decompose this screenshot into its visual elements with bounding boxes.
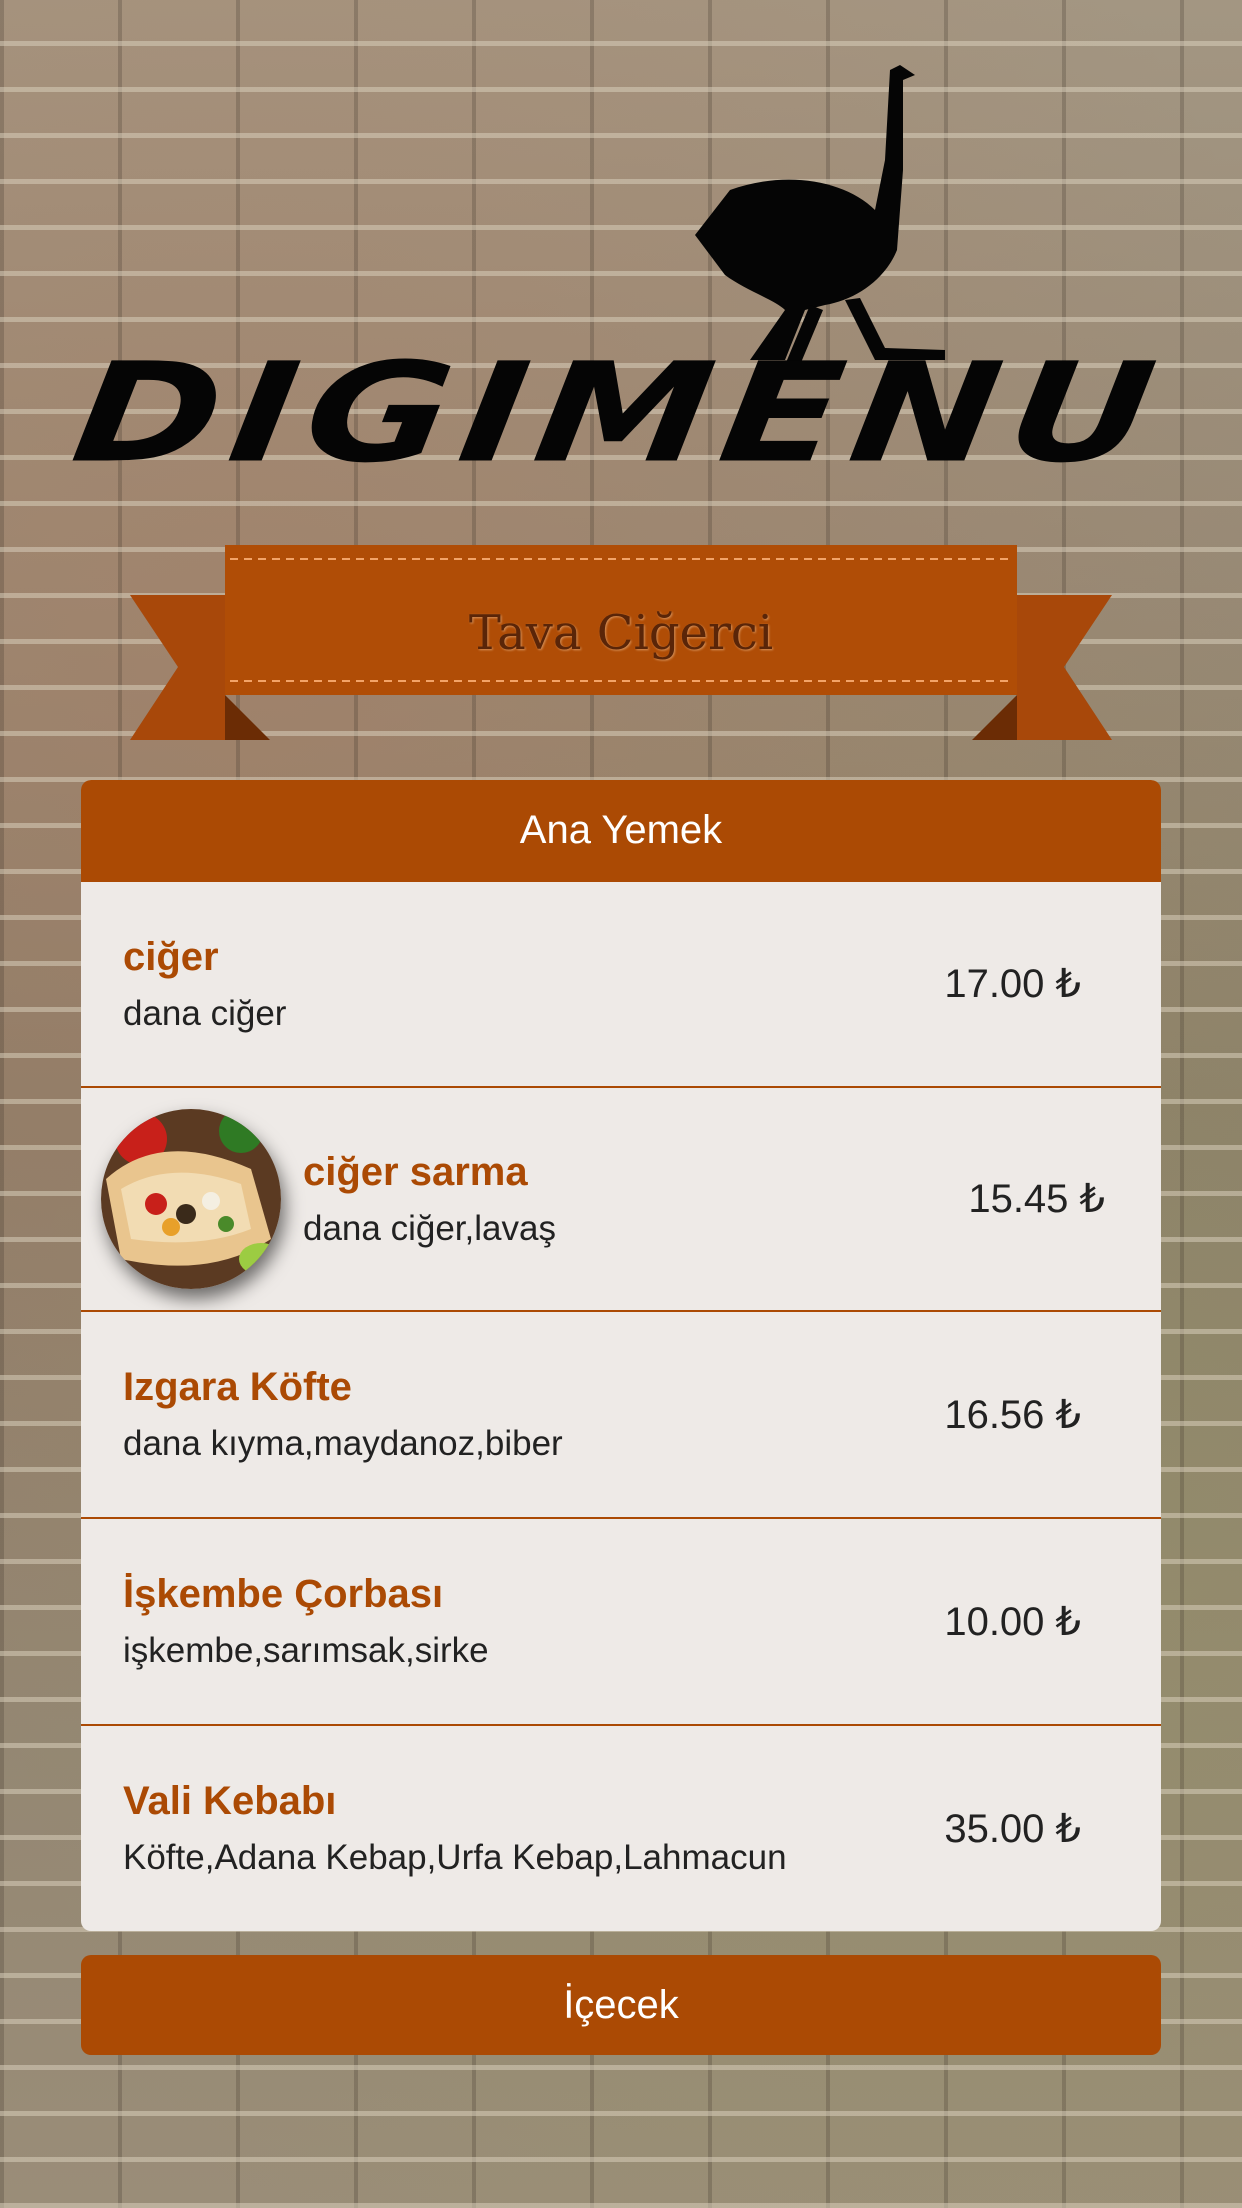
logo-wordmark: DIGIMENU (64, 333, 1174, 494)
restaurant-name: Tava Ciğerci (468, 605, 774, 661)
restaurant-banner: Tava Ciğerci (130, 545, 1112, 745)
menu-item[interactable]: Izgara Köfte dana kıyma,maydanoz,biber 1… (81, 1310, 1161, 1517)
menu-category-card: Ana Yemek ciğer dana ciğer 17.00 ₺ ciğer… (81, 780, 1161, 1931)
menu-item-price: 10.00 ₺ (944, 1599, 1081, 1644)
menu-item[interactable]: İşkembe Çorbası işkembe,sarımsak,sirke 1… (81, 1517, 1161, 1724)
menu-item[interactable]: ciğer dana ciğer 17.00 ₺ (81, 880, 1161, 1086)
menu-item-price: 17.00 ₺ (944, 962, 1081, 1006)
category-header-ana-yemek[interactable]: Ana Yemek (81, 780, 1161, 880)
wrap-photo[interactable] (101, 1109, 281, 1289)
menu-item-price: 16.56 ₺ (944, 1392, 1081, 1437)
menu-item-price: 35.00 ₺ (944, 1806, 1081, 1851)
menu-item-price: 15.45 ₺ (968, 1177, 1105, 1221)
menu-item[interactable]: Vali Kebabı Köfte,Adana Kebap,Urfa Kebap… (81, 1724, 1161, 1931)
digimenu-logo: DIGIMENU (64, 60, 1174, 493)
category-header-icecek[interactable]: İçecek (81, 1955, 1161, 2055)
menu-item[interactable]: ciğer sarma dana ciğer,lavaş 15.45 ₺ (81, 1086, 1161, 1310)
